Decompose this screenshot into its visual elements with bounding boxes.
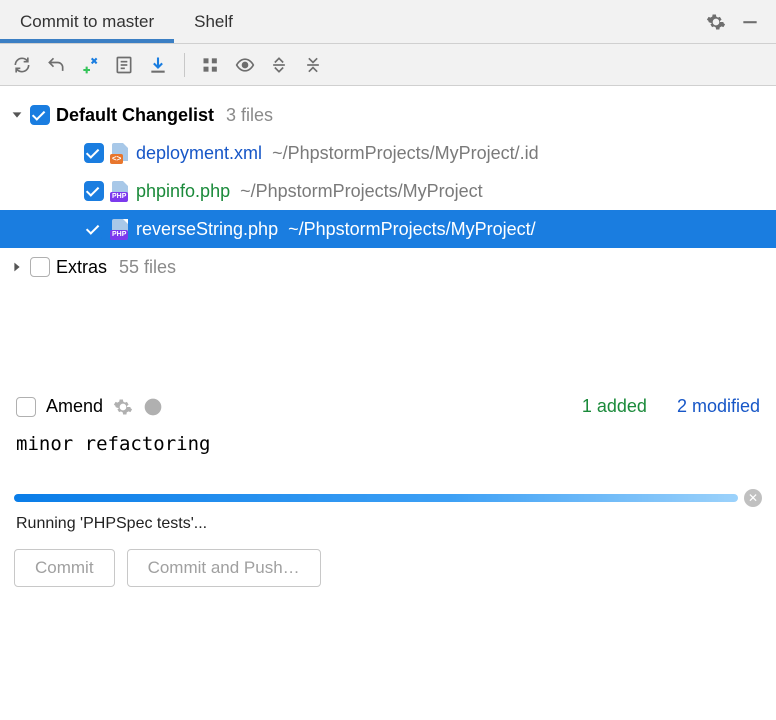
history-icon[interactable] [143,397,163,417]
diff-plus-icon[interactable] [80,55,100,75]
commit-message-text: minor refactoring [16,433,210,455]
amend-bar: Amend 1 added 2 modified [0,388,776,425]
commit-button-label: Commit [35,558,94,577]
changelist-name: Extras [56,257,107,278]
added-count[interactable]: 1 added [582,396,647,417]
tab-strip: Commit to master Shelf [0,0,706,43]
commit-button[interactable]: Commit [14,549,115,587]
modified-count[interactable]: 2 modified [677,396,760,417]
minimize-icon[interactable] [740,12,760,32]
gear-icon[interactable] [113,397,133,417]
refresh-icon[interactable] [12,55,32,75]
file-row[interactable]: <> deployment.xml ~/PhpstormProjects/MyP… [0,134,776,172]
header-bar: Commit to master Shelf [0,0,776,44]
amend-checkbox[interactable] [16,397,36,417]
header-icon-group [706,12,776,32]
changelist-icon[interactable] [114,55,134,75]
file-checkbox[interactable] [84,143,104,163]
changelist-row[interactable]: Extras 55 files [0,248,776,286]
changelist-count: 55 files [119,257,176,278]
progress-wrap: ✕ [0,485,776,509]
file-row-selected[interactable]: PHP reverseString.php ~/PhpstormProjects… [0,210,776,248]
file-path: ~/PhpstormProjects/MyProject/ [288,219,536,240]
file-path: ~/PhpstormProjects/MyProject [240,181,483,202]
changelist-name: Default Changelist [56,105,214,126]
file-name: deployment.xml [136,143,262,164]
file-path: ~/PhpstormProjects/MyProject/.id [272,143,539,164]
chevron-down-icon[interactable] [10,108,24,122]
chevron-right-icon[interactable] [10,260,24,274]
xml-file-icon: <> [110,143,130,163]
changes-tree: Default Changelist 3 files <> deployment… [0,86,776,296]
download-icon[interactable] [148,55,168,75]
commit-message-input[interactable]: minor refactoring [0,425,776,485]
changelist-row[interactable]: Default Changelist 3 files [0,96,776,134]
toolbar-separator [184,53,185,77]
changelist-count: 3 files [226,105,273,126]
commit-push-button-label: Commit and Push… [148,558,300,577]
changelist-checkbox[interactable] [30,257,50,277]
preview-icon[interactable] [235,55,255,75]
tab-shelf[interactable]: Shelf [174,0,253,43]
file-name: phpinfo.php [136,181,230,202]
php-file-icon: PHP [110,181,130,201]
php-file-icon: PHP [110,219,130,239]
button-bar: Commit Commit and Push… [0,545,776,601]
file-checkbox[interactable] [84,181,104,201]
file-row[interactable]: PHP phpinfo.php ~/PhpstormProjects/MyPro… [0,172,776,210]
status-text: Running 'PHPSpec tests'... [0,509,776,545]
file-checkbox[interactable] [84,219,104,239]
amend-label: Amend [46,396,103,417]
toolbar [0,44,776,86]
expand-all-icon[interactable] [269,55,289,75]
tab-commit-label: Commit to master [20,12,154,32]
group-by-icon[interactable] [201,55,221,75]
collapse-all-icon[interactable] [303,55,323,75]
tab-commit[interactable]: Commit to master [0,0,174,43]
file-name: reverseString.php [136,219,278,240]
cancel-progress-icon[interactable]: ✕ [744,489,762,507]
tab-shelf-label: Shelf [194,12,233,32]
progress-bar [14,494,738,502]
commit-push-button[interactable]: Commit and Push… [127,549,321,587]
gear-icon[interactable] [706,12,726,32]
rollback-icon[interactable] [46,55,66,75]
changelist-checkbox[interactable] [30,105,50,125]
